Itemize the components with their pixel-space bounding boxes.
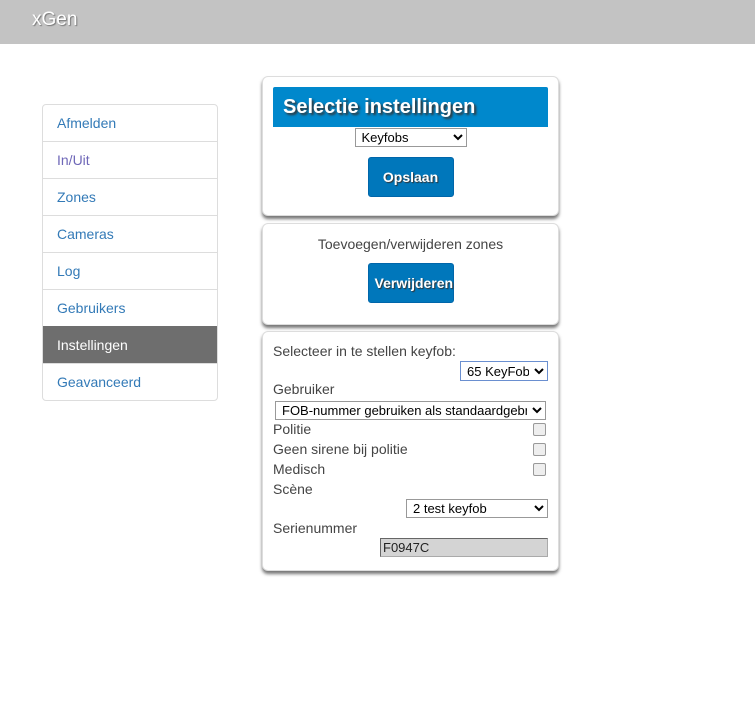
police-label: Politie: [273, 421, 312, 437]
serial-number-field: F0947C: [380, 538, 548, 557]
nav-cameras[interactable]: Cameras: [43, 215, 217, 252]
scene-select[interactable]: 2 test keyfob: [406, 499, 548, 518]
medical-checkbox[interactable]: [533, 463, 546, 476]
sidebar-nav: Afmelden In/Uit Zones Cameras Log Gebrui…: [42, 104, 218, 401]
remove-button[interactable]: Verwijderen: [367, 263, 454, 303]
user-select[interactable]: FOB-nummer gebruiken als standaardgebr: [275, 401, 546, 420]
scene-label: Scène: [273, 481, 313, 497]
settings-type-select[interactable]: Keyfobs: [354, 128, 467, 147]
user-label: Gebruiker: [273, 381, 335, 397]
save-button[interactable]: Opslaan: [367, 157, 454, 197]
nav-geavanceerd[interactable]: Geavanceerd: [43, 363, 217, 400]
selection-title: Selectie instellingen: [273, 87, 548, 127]
no-siren-checkbox[interactable]: [533, 443, 546, 456]
selection-card: Selectie instellingen Keyfobs Opslaan: [262, 76, 559, 216]
top-bar: xGen: [0, 0, 755, 44]
app-title: xGen: [32, 9, 78, 30]
medical-label: Medisch: [273, 461, 326, 477]
keyfob-card: Selecteer in te stellen keyfob: 65 KeyFo…: [262, 331, 559, 571]
serial-label: Serienummer: [273, 520, 358, 536]
police-checkbox[interactable]: [533, 423, 546, 436]
no-siren-label: Geen sirene bij politie: [273, 441, 408, 457]
nav-instellingen[interactable]: Instellingen: [43, 326, 217, 363]
nav-afmelden[interactable]: Afmelden: [43, 105, 217, 141]
nav-gebruikers[interactable]: Gebruikers: [43, 289, 217, 326]
zones-card: Toevoegen/verwijderen zones Verwijderen: [262, 223, 559, 325]
nav-log[interactable]: Log: [43, 252, 217, 289]
nav-in-uit[interactable]: In/Uit: [43, 141, 217, 178]
select-keyfob-label: Selecteer in te stellen keyfob:: [273, 343, 456, 359]
zones-label: Toevoegen/verwijderen zones: [317, 236, 504, 252]
keyfob-select[interactable]: 65 KeyFob: [460, 361, 548, 381]
nav-zones[interactable]: Zones: [43, 178, 217, 215]
